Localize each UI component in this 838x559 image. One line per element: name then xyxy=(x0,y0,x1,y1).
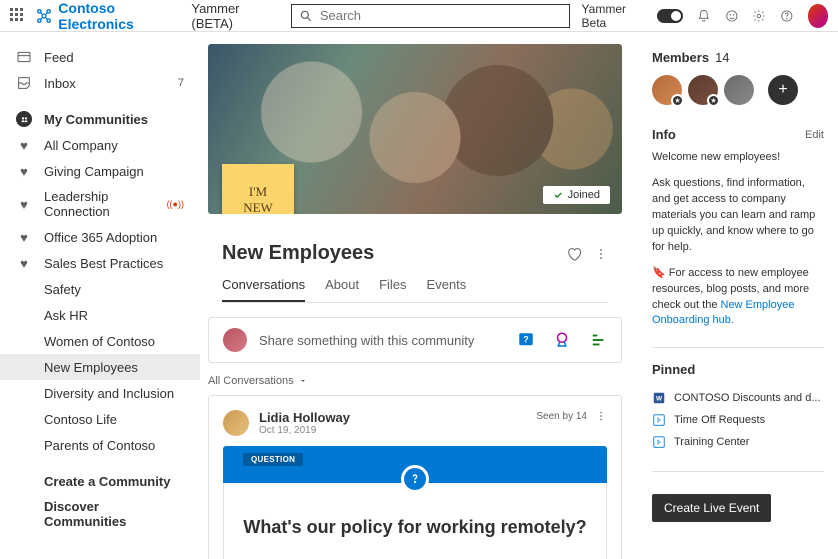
author-avatar[interactable] xyxy=(223,410,249,436)
nav-inbox-label: Inbox xyxy=(44,76,76,91)
pinned-item[interactable]: W CONTOSO Discounts and d... xyxy=(652,387,824,409)
info-label: Info xyxy=(652,127,676,142)
heart-icon: ♥ xyxy=(16,163,32,179)
link-icon xyxy=(652,413,666,427)
more-icon[interactable] xyxy=(595,410,607,422)
discover-communities[interactable]: Discover Communities xyxy=(0,494,200,534)
post-author[interactable]: Lidia Holloway xyxy=(259,410,350,425)
info-blurb: Ask questions, find information, and get… xyxy=(652,176,824,256)
app-name: Yammer (BETA) xyxy=(191,1,274,31)
tab-files[interactable]: Files xyxy=(379,277,406,302)
nav-feed-label: Feed xyxy=(44,50,74,65)
main-content: I'M NEW Joined New Employees Conversatio… xyxy=(200,32,638,559)
more-icon[interactable] xyxy=(594,247,608,261)
question-body: What's our policy for working remotely? xyxy=(223,483,607,559)
admin-star-icon xyxy=(707,94,720,107)
group-hero-image: I'M NEW Joined xyxy=(208,44,622,214)
gear-icon[interactable] xyxy=(752,8,766,24)
question-pill: QUESTION xyxy=(243,453,303,466)
nav-my-communities-label: My Communities xyxy=(44,112,148,127)
sidebar-item-new-employees[interactable]: New Employees xyxy=(0,354,200,380)
svg-text:W: W xyxy=(656,396,663,403)
post-card: Lidia Holloway Oct 19, 2019 Seen by 14 Q… xyxy=(208,395,622,559)
feed-icon xyxy=(16,49,32,65)
emoji-icon[interactable] xyxy=(725,8,739,24)
app-header: Contoso Electronics Yammer (BETA) Yammer… xyxy=(0,0,838,32)
check-icon xyxy=(553,190,563,200)
tab-conversations[interactable]: Conversations xyxy=(222,277,305,302)
heart-icon: ♥ xyxy=(16,196,32,212)
sidebar: Feed Inbox 7 My Communities ♥All Company… xyxy=(0,32,200,559)
joined-chip[interactable]: Joined xyxy=(543,186,610,204)
sidebar-item-women[interactable]: Women of Contoso xyxy=(0,328,200,354)
nav-inbox[interactable]: Inbox 7 xyxy=(0,70,200,96)
member-avatar[interactable] xyxy=(688,75,718,105)
sidebar-item-sales[interactable]: ♥Sales Best Practices xyxy=(0,250,200,276)
create-live-event-button[interactable]: Create Live Event xyxy=(652,494,771,522)
pinned-item[interactable]: Training Center xyxy=(652,431,824,453)
user-avatar[interactable] xyxy=(808,4,828,28)
sidebar-item-leadership[interactable]: ♥Leadership Connection((●)) xyxy=(0,184,200,224)
search-box xyxy=(291,4,570,28)
word-file-icon: W xyxy=(652,391,666,405)
sidebar-item-askhr[interactable]: Ask HR xyxy=(0,302,200,328)
composer-placeholder: Share something with this community xyxy=(259,333,505,348)
user-avatar-small xyxy=(223,328,247,352)
right-column: Members 14 + Info Edit Welcome new emplo… xyxy=(638,32,838,559)
tab-about[interactable]: About xyxy=(325,277,359,302)
post-seen[interactable]: Seen by 14 xyxy=(536,411,587,422)
add-member-button[interactable]: + xyxy=(768,75,798,105)
pinned-header: Pinned xyxy=(652,362,824,377)
live-indicator: ((●)) xyxy=(167,199,184,209)
question-icon[interactable]: ? xyxy=(517,331,535,349)
post-composer[interactable]: Share something with this community ? xyxy=(208,317,622,363)
group-tabs: Conversations About Files Events xyxy=(222,277,608,303)
heart-icon: ♥ xyxy=(16,255,32,271)
info-welcome: Welcome new employees! xyxy=(652,150,824,166)
admin-star-icon xyxy=(671,94,684,107)
heart-icon: ♥ xyxy=(16,229,32,245)
tab-events[interactable]: Events xyxy=(427,277,467,302)
praise-icon[interactable] xyxy=(553,331,571,349)
inbox-count: 7 xyxy=(178,77,184,89)
sidebar-item-office365[interactable]: ♥Office 365 Adoption xyxy=(0,224,200,250)
svg-text:?: ? xyxy=(523,334,529,344)
chevron-down-icon xyxy=(299,377,307,385)
sticky-note: I'M NEW xyxy=(222,164,294,214)
create-community[interactable]: Create a Community xyxy=(0,468,200,494)
search-icon xyxy=(299,9,313,23)
info-blurb2: 🔖 For access to new employee resources, … xyxy=(652,266,824,330)
favorite-icon[interactable] xyxy=(566,246,582,262)
sidebar-item-all-company[interactable]: ♥All Company xyxy=(0,132,200,158)
community-icon xyxy=(16,111,32,127)
sidebar-item-safety[interactable]: Safety xyxy=(0,276,200,302)
search-input[interactable] xyxy=(291,4,570,28)
sidebar-item-parents[interactable]: Parents of Contoso xyxy=(0,432,200,458)
bell-icon[interactable] xyxy=(697,8,711,24)
heart-icon: ♥ xyxy=(16,137,32,153)
nav-my-communities[interactable]: My Communities xyxy=(0,106,200,132)
group-title: New Employees xyxy=(222,242,374,265)
sidebar-item-diversity[interactable]: Diversity and Inclusion xyxy=(0,380,200,406)
sidebar-item-giving-campaign[interactable]: ♥Giving Campaign xyxy=(0,158,200,184)
beta-label: Yammer Beta xyxy=(582,2,644,30)
sidebar-item-contoso-life[interactable]: Contoso Life xyxy=(0,406,200,432)
org-name: Contoso Electronics xyxy=(58,0,179,32)
members-header: Members 14 xyxy=(652,50,824,65)
pinned-item[interactable]: Time Off Requests xyxy=(652,409,824,431)
beta-toggle[interactable] xyxy=(657,9,683,23)
poll-icon[interactable] xyxy=(589,331,607,349)
nav-feed[interactable]: Feed xyxy=(0,44,200,70)
conversations-filter[interactable]: All Conversations xyxy=(208,375,622,387)
inbox-icon xyxy=(16,75,32,91)
link-icon xyxy=(652,435,666,449)
help-icon[interactable] xyxy=(780,8,794,24)
post-date: Oct 19, 2019 xyxy=(259,425,350,436)
org-logo[interactable]: Contoso Electronics xyxy=(36,0,179,32)
member-avatar[interactable] xyxy=(724,75,754,105)
question-badge-icon xyxy=(401,465,429,493)
waffle-icon[interactable] xyxy=(10,8,24,24)
member-avatar[interactable] xyxy=(652,75,682,105)
edit-info-button[interactable]: Edit xyxy=(805,129,824,141)
